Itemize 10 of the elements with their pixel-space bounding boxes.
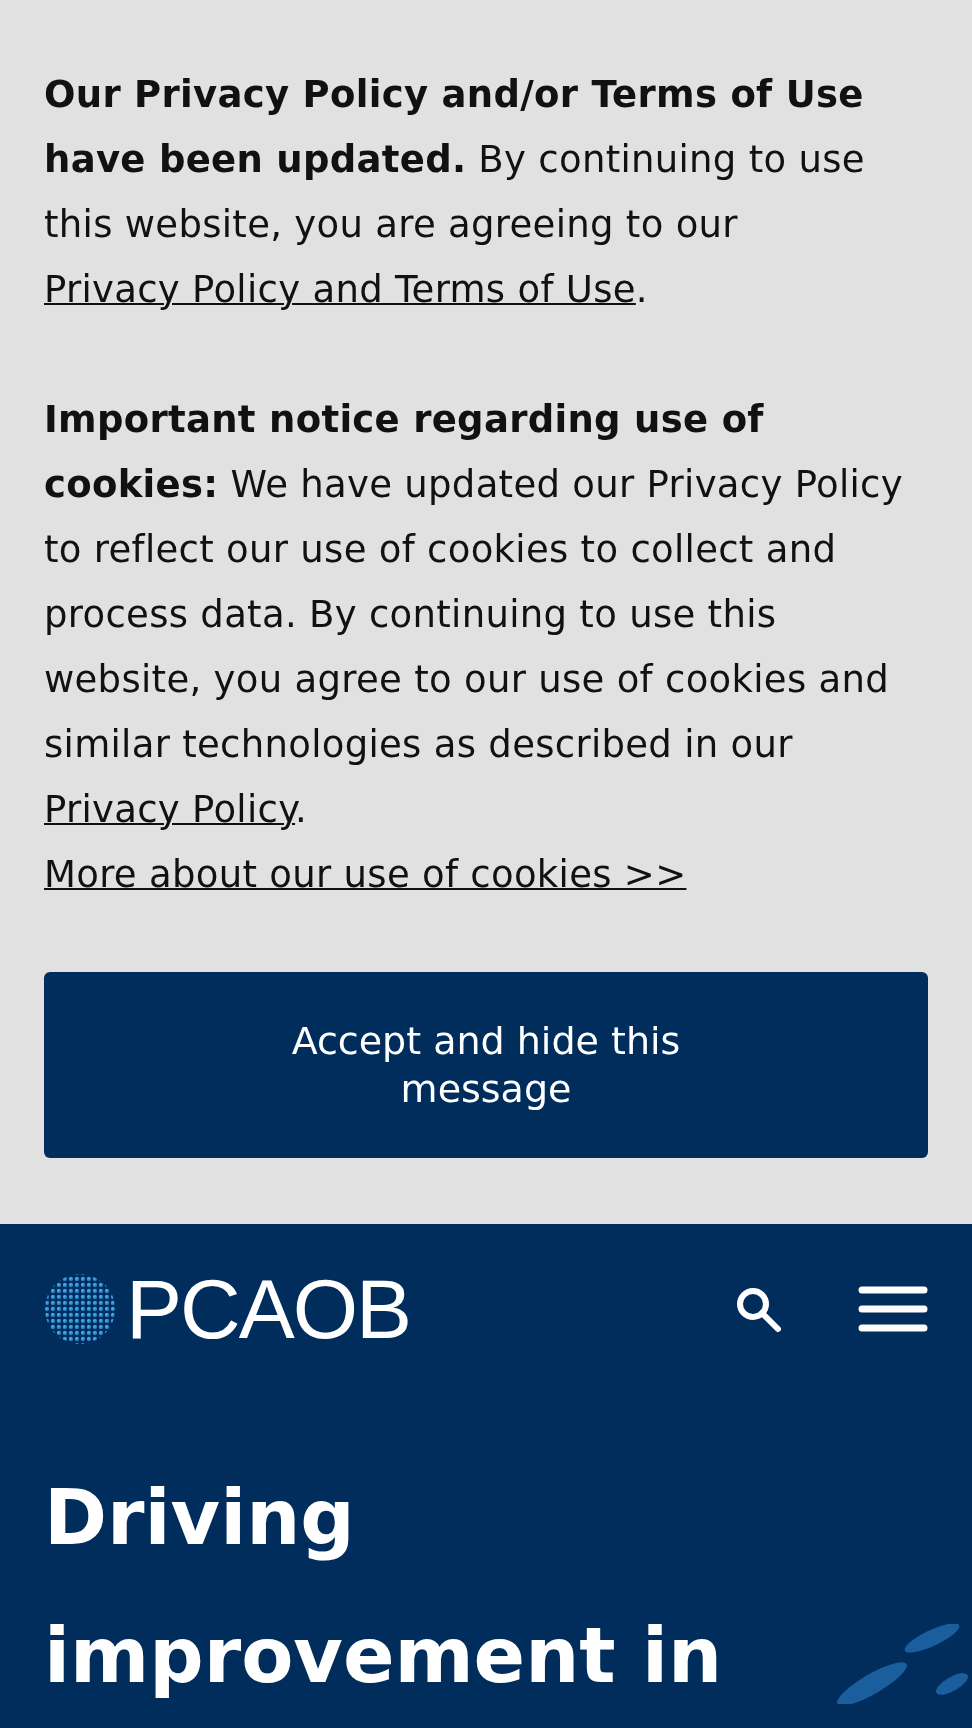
hero-headline: Driving improvement in [44, 1472, 724, 1702]
notice-paragraph: Our Privacy Policy and/or Terms of Use have been updated. By continuing to use this website, you are agreeing to our Privacy Policy and Terms of Use. [44, 72, 866, 313]
search-icon[interactable] [734, 1285, 782, 1333]
notice-paragraph: Important notice regarding use of cookies: We have updated our Privacy Policy to reflect our use of cookies to collect and process data. By continuing to use this website, you agree to our use of cookies and similar technologies as described in our Privacy Policy. More about our use of cookies >> [44, 397, 904, 898]
menu-icon[interactable] [858, 1286, 928, 1332]
policy-link[interactable]: More about our use of cookies >> [44, 853, 687, 896]
policy-link[interactable]: Privacy Policy and Terms of Use [44, 268, 636, 311]
policy-link[interactable]: Privacy Policy [44, 788, 296, 831]
logo-text: PCAOB [126, 1267, 411, 1351]
accept-button[interactable]: Accept and hide this message [44, 972, 928, 1158]
